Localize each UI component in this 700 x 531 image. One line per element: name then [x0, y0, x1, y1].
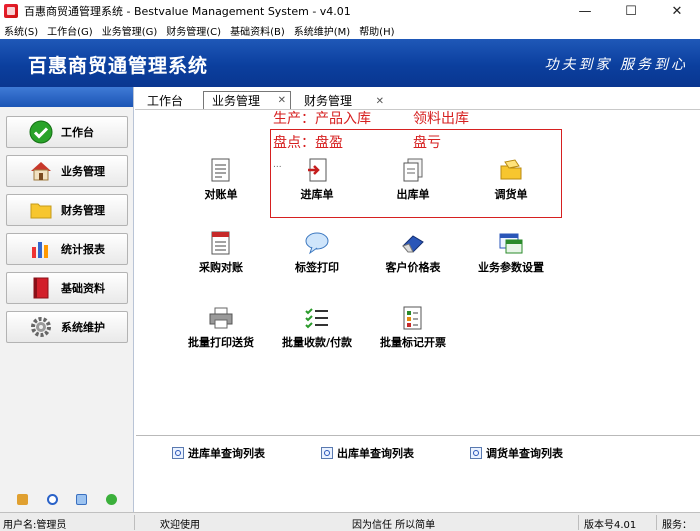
- annotation-material-out: 领料出库: [413, 111, 469, 127]
- close-button[interactable]: ✕: [654, 0, 700, 22]
- maximize-button[interactable]: ☐: [608, 0, 654, 22]
- search-list-icon: [321, 447, 333, 459]
- menu-maintenance[interactable]: 系统维护(M): [294, 23, 350, 38]
- status-motto: 因为信任 所以简单: [352, 520, 436, 531]
- checklist-icon: [304, 305, 330, 331]
- edit-icon[interactable]: [17, 493, 29, 505]
- sidebar-item-label: 系统维护: [61, 321, 105, 334]
- query-panel: 进库单查询列表 出库单查询列表 调货单查询列表: [136, 435, 700, 512]
- stock-in-query-link[interactable]: 进库单查询列表: [172, 445, 265, 461]
- batch-mark-invoice-button[interactable]: 批量标记开票: [368, 305, 458, 350]
- customer-price-list-button[interactable]: 客户价格表: [368, 230, 458, 275]
- minimize-button[interactable]: —: [562, 0, 608, 22]
- sidebar: 工作台 业务管理 财务管理 统计报表 基础资料 系统维护: [0, 87, 134, 512]
- sidebar-item-reports[interactable]: 统计报表: [6, 233, 128, 265]
- batch-receipt-payment-button[interactable]: 批量收款/付款: [272, 305, 362, 350]
- status-welcome: 欢迎使用: [160, 520, 200, 531]
- tab-workbench[interactable]: 工作台: [147, 91, 183, 109]
- transfer-order-button[interactable]: 调货单: [466, 157, 556, 202]
- sidebar-item-finance[interactable]: 财务管理: [6, 194, 128, 226]
- sidebar-item-label: 工作台: [61, 126, 94, 139]
- menu-system[interactable]: 系统(S): [4, 23, 38, 38]
- label-print-button[interactable]: 标签打印: [272, 230, 362, 275]
- reconcile-statement-button[interactable]: 对账单: [176, 157, 266, 202]
- sidebar-item-business[interactable]: 业务管理: [6, 155, 128, 187]
- business-params-button[interactable]: 业务参数设置: [466, 230, 556, 275]
- status-service: 服务：: [662, 520, 692, 531]
- check-icon: [29, 120, 53, 144]
- tab-business[interactable]: 业务管理 ✕: [203, 91, 291, 109]
- title-bar: 百惠商贸通管理系统 - Bestvalue Management System …: [0, 0, 700, 22]
- menu-finance[interactable]: 财务管理(C): [166, 23, 221, 38]
- purchase-reconcile-button[interactable]: 采购对账: [176, 230, 266, 275]
- sidebar-bottom-tools: [0, 486, 134, 512]
- menu-workbench[interactable]: 工作台(G): [47, 23, 93, 38]
- sidebar-item-basic-data[interactable]: 基础资料: [6, 272, 128, 304]
- close-icon[interactable]: ✕: [376, 96, 384, 107]
- menu-basic-data[interactable]: 基础资料(B): [230, 23, 285, 38]
- stock-in-button[interactable]: 进库单: [272, 157, 362, 202]
- printer-icon: [208, 305, 234, 331]
- menu-bar: 系统(S) 工作台(G) 业务管理(G) 财务管理(C) 基础资料(B) 系统维…: [0, 22, 700, 39]
- search-list-icon: [470, 447, 482, 459]
- status-version: 版本号4.01: [584, 520, 637, 531]
- close-icon[interactable]: ✕: [278, 95, 286, 106]
- invoice-icon: [400, 305, 426, 331]
- banner-slogan: 功夫到家 服务到心: [544, 57, 688, 73]
- tab-strip: 工作台 业务管理 ✕ 财务管理 ✕: [134, 87, 700, 109]
- sidebar-item-maintenance[interactable]: 系统维护: [6, 311, 128, 343]
- stock-in-icon: [304, 157, 330, 183]
- status-bar: 用户名:管理员 欢迎使用 因为信任 所以简单 版本号4.01 服务：: [0, 512, 700, 531]
- menu-help[interactable]: 帮助(H): [359, 23, 394, 38]
- annotation-production: 生产：产品入库: [273, 111, 371, 127]
- stock-out-query-link[interactable]: 出库单查询列表: [321, 445, 414, 461]
- eraser-icon: [400, 230, 426, 256]
- sidebar-item-label: 业务管理: [61, 165, 105, 178]
- sidebar-item-label: 财务管理: [61, 204, 105, 217]
- sidebar-item-workbench[interactable]: 工作台: [6, 116, 128, 148]
- banner-title: 百惠商贸通管理系统: [28, 55, 209, 77]
- menu-business[interactable]: 业务管理(G): [102, 23, 158, 38]
- refresh-icon[interactable]: [105, 493, 117, 505]
- speech-bubble-icon: [304, 230, 330, 256]
- status-user: 用户名:管理员: [3, 520, 67, 531]
- transfer-query-link[interactable]: 调货单查询列表: [470, 445, 563, 461]
- stock-out-button[interactable]: 出库单: [368, 157, 458, 202]
- folder-transfer-icon: [498, 157, 524, 183]
- batch-print-delivery-button[interactable]: 批量打印送货: [176, 305, 266, 350]
- gear-icon: [29, 315, 53, 339]
- sidebar-header: [0, 87, 133, 107]
- search-list-icon: [172, 447, 184, 459]
- book-icon: [29, 276, 53, 300]
- sidebar-item-label: 基础资料: [61, 282, 105, 295]
- clock-icon[interactable]: [46, 493, 58, 505]
- bar-chart-icon: [29, 237, 53, 261]
- tab-finance[interactable]: 财务管理 ✕: [304, 91, 392, 109]
- window-settings-icon: [498, 230, 524, 256]
- sidebar-item-label: 统计报表: [61, 243, 105, 256]
- window-title: 百惠商贸通管理系统 - Bestvalue Management System …: [24, 5, 351, 18]
- house-icon: [29, 159, 53, 183]
- app-icon: [4, 4, 18, 18]
- folder-icon: [29, 198, 53, 222]
- purchase-doc-icon: [208, 230, 234, 256]
- document-icon: [208, 157, 234, 183]
- stock-out-icon: [400, 157, 426, 183]
- header-banner: 百惠商贸通管理系统 功夫到家 服务到心: [0, 39, 700, 87]
- search-icon[interactable]: [76, 493, 88, 505]
